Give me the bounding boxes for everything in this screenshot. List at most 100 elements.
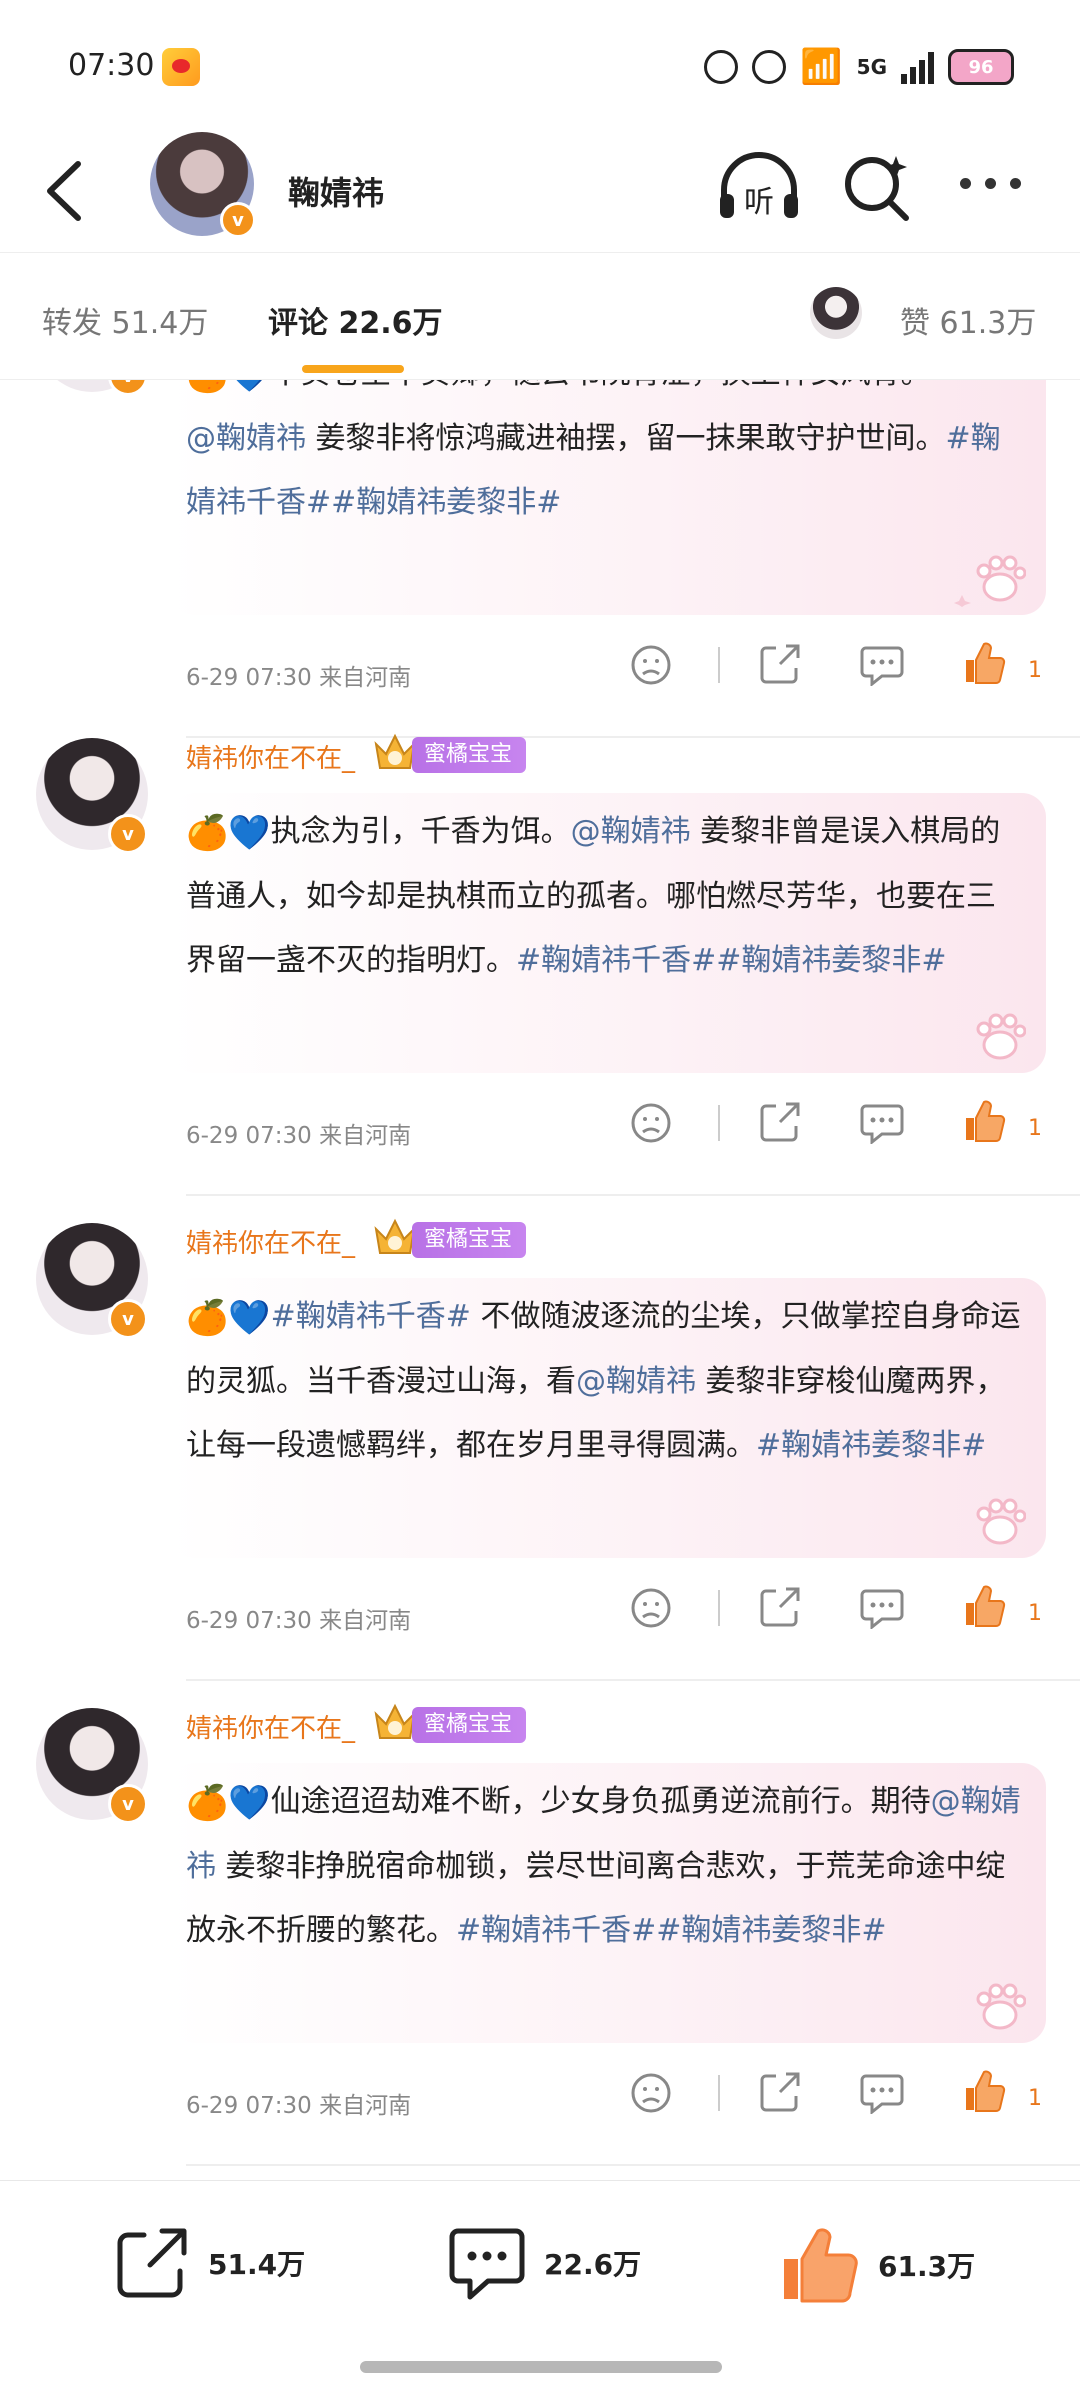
back-icon[interactable] — [40, 156, 90, 226]
divider — [718, 1105, 720, 1141]
share-icon[interactable] — [758, 642, 802, 686]
comment-text: 🍊💙#鞠婧祎千香# 不做随波逐流的尘埃，只做掌控自身命运的灵狐。当千香漫过山海，… — [186, 1298, 1021, 1463]
repost-icon — [117, 2228, 187, 2298]
like-icon[interactable] — [962, 640, 1006, 686]
notification-icon — [704, 50, 739, 84]
comment-item: v 婧祎你在不在_ 蜜橘宝宝 🍊💙执念为引，千香为饵。@鞠婧祎 姜黎非曾是误入棋… — [0, 718, 1080, 1203]
listen-icon[interactable]: 听 — [716, 150, 802, 226]
comment-list[interactable]: v 🍊💙不负苍生不负卿，褪去书院青涩，换上神女风骨。@鞠婧祎 姜黎非将惊鸿藏进袖… — [0, 380, 1080, 2180]
mention-link[interactable]: @鞠婧祎 — [576, 1364, 696, 1399]
weibo-notification-icon — [162, 48, 200, 86]
commenter-name[interactable]: 婧祎你在不在_ — [186, 1708, 355, 1745]
repost-count: 51.4万 — [208, 2248, 306, 2281]
fan-badge: 蜜橘宝宝 — [412, 1707, 527, 1743]
like-count: 61.3万 — [878, 2250, 976, 2283]
network-type: 5G — [856, 55, 887, 79]
verified-icon: v — [108, 1299, 148, 1339]
comment-meta: 6-29 07:30 来自河南 — [186, 1608, 412, 1634]
like-count: 1 — [1028, 1116, 1042, 1141]
paw-decoration-icon — [976, 1983, 1026, 2030]
reply-icon[interactable] — [860, 2072, 904, 2114]
like-icon[interactable] — [962, 1098, 1006, 1144]
divider — [718, 2075, 720, 2111]
like-count: 1 — [1028, 658, 1042, 683]
tab-like[interactable]: 赞 61.3万 — [900, 298, 1036, 342]
status-bar: 07:30 📶 5G 96 — [0, 0, 1080, 130]
like-icon — [784, 2228, 858, 2303]
verified-icon: v — [220, 202, 256, 238]
comment-item: v 婧祎你在不在_ 蜜橘宝宝 🍊💙仙途迢迢劫难不断，少女身负孤勇逆流前行。期待@… — [0, 1688, 1080, 2173]
emoji: 🍊💙 — [186, 1783, 271, 1823]
commenter-avatar[interactable]: v — [36, 380, 148, 396]
dislike-icon[interactable] — [630, 2072, 672, 2114]
verified-icon: v — [108, 1784, 148, 1824]
paw-decoration-icon — [976, 1498, 1026, 1545]
divider — [186, 1194, 1080, 1196]
emoji: 🍊💙 — [186, 813, 271, 853]
comment-count: 22.6万 — [544, 2248, 642, 2281]
dislike-icon[interactable] — [630, 644, 672, 686]
commenter-name[interactable]: 婧祎你在不在_ — [186, 1223, 355, 1260]
dislike-icon[interactable] — [630, 1587, 672, 1629]
battery-icon: 96 — [948, 49, 1014, 85]
paw-decoration-icon — [954, 555, 1026, 607]
home-indicator[interactable] — [360, 2361, 722, 2373]
author-name[interactable]: 鞠婧祎 — [288, 168, 384, 214]
dislike-icon[interactable] — [630, 1102, 672, 1144]
hashtag-link[interactable]: #鞠婧祎千香##鞠婧祎姜黎非# — [456, 1913, 887, 1948]
hashtag-link[interactable]: #鞠婧祎千香##鞠婧祎姜黎非# — [516, 943, 947, 978]
comment-text: 🍊💙不负苍生不负卿，褪去书院青涩，换上神女风骨。@鞠婧祎 姜黎非将惊鸿藏进袖摆，… — [186, 380, 1022, 535]
author-avatar[interactable]: v — [150, 132, 256, 238]
share-icon[interactable] — [758, 1100, 802, 1144]
comment-meta: 6-29 07:30 来自河南 — [186, 1123, 412, 1149]
comment-item: v 婧祎你在不在_ 蜜橘宝宝 🍊💙#鞠婧祎千香# 不做随波逐流的尘埃，只做掌控自… — [0, 1203, 1080, 1688]
svg-text:听: 听 — [744, 185, 774, 220]
mention-link[interactable]: @鞠婧祎 — [571, 814, 691, 849]
comment-meta: 6-29 07:30 来自河南 — [186, 2093, 412, 2119]
commenter-avatar[interactable]: v — [36, 1223, 148, 1339]
comment-meta: 6-29 07:30 来自河南 — [186, 665, 412, 691]
divider — [186, 1679, 1080, 1681]
like-icon[interactable] — [962, 1583, 1006, 1629]
like-icon[interactable] — [962, 2068, 1006, 2114]
active-tab-indicator — [302, 365, 404, 373]
notification-icon — [752, 50, 787, 84]
verified-icon: v — [108, 814, 148, 854]
commenter-avatar[interactable]: v — [36, 1708, 148, 1824]
fan-badge: 蜜橘宝宝 — [412, 1222, 527, 1258]
wifi-icon: 📶 — [800, 47, 843, 87]
divider — [718, 647, 720, 683]
fan-badge: 蜜橘宝宝 — [412, 737, 527, 773]
divider — [186, 2164, 1080, 2166]
more-options-icon[interactable] — [960, 178, 1021, 189]
tab-bar: 转发 51.4万 评论 22.6万 赞 61.3万 — [0, 252, 1080, 380]
emoji: 🍊💙 — [186, 380, 271, 395]
reply-icon[interactable] — [860, 644, 904, 686]
comment-icon — [449, 2228, 525, 2300]
reply-icon[interactable] — [860, 1102, 904, 1144]
like-button[interactable]: 61.3万 — [780, 2225, 975, 2305]
mention-link[interactable]: @鞠婧祎 — [186, 421, 306, 456]
comment-item: v 🍊💙不负苍生不负卿，褪去书院青涩，换上神女风骨。@鞠婧祎 姜黎非将惊鸿藏进袖… — [0, 380, 1080, 745]
share-icon[interactable] — [758, 2070, 802, 2114]
comment-button[interactable]: 22.6万 — [448, 2225, 641, 2301]
hashtag-link[interactable]: #鞠婧祎千香# — [271, 1299, 471, 1334]
comment-text: 🍊💙执念为引，千香为饵。@鞠婧祎 姜黎非曾是误入棋局的普通人，如今却是执棋而立的… — [186, 813, 1001, 978]
comment-text: 🍊💙仙途迢迢劫难不断，少女身负孤勇逆流前行。期待@鞠婧祎 姜黎非挣脱宿命枷锁，尝… — [186, 1783, 1021, 1948]
search-icon[interactable] — [842, 152, 912, 222]
status-time: 07:30 — [68, 48, 155, 83]
share-icon[interactable] — [758, 1585, 802, 1629]
paw-decoration-icon — [976, 1013, 1026, 1060]
like-count: 1 — [1028, 1601, 1042, 1626]
liker-avatar — [810, 287, 862, 339]
like-count: 1 — [1028, 2086, 1042, 2111]
commenter-name[interactable]: 婧祎你在不在_ — [186, 738, 355, 775]
status-icons: 📶 5G 96 — [704, 44, 1014, 90]
hashtag-link[interactable]: #鞠婧祎姜黎非# — [756, 1428, 986, 1463]
bottom-action-bar: 51.4万 22.6万 61.3万 — [0, 2180, 1080, 2392]
repost-button[interactable]: 51.4万 — [114, 2225, 305, 2301]
tab-repost[interactable]: 转发 51.4万 — [42, 298, 208, 342]
commenter-avatar[interactable]: v — [36, 738, 148, 854]
reply-icon[interactable] — [860, 1587, 904, 1629]
divider — [718, 1590, 720, 1626]
